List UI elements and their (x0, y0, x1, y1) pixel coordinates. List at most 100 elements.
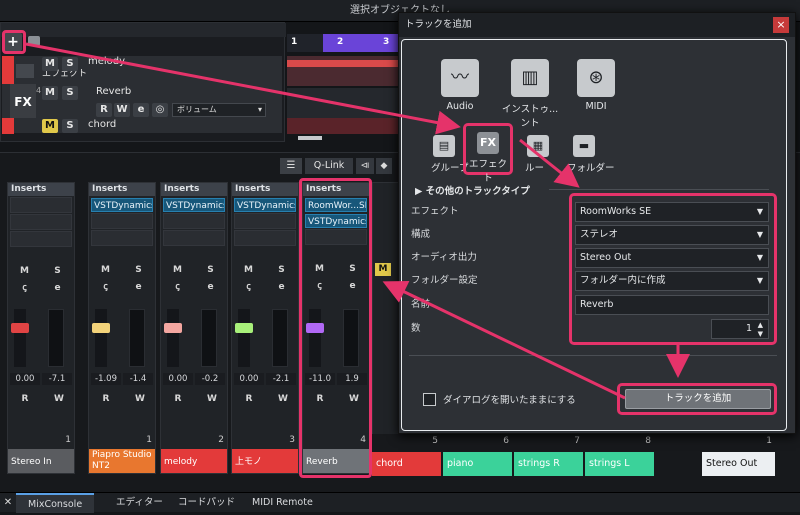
insert-plugin[interactable]: VSTDynamics (234, 198, 296, 212)
channel-lane[interactable]: 8 strings L (585, 434, 655, 478)
tab-chordpad[interactable]: コードパッド (166, 493, 247, 513)
volume-fader[interactable] (11, 323, 29, 333)
write-button[interactable]: W (272, 393, 294, 406)
insert-slot[interactable] (10, 197, 72, 213)
output-select[interactable]: Stereo Out ▼ (575, 248, 769, 268)
solo-button[interactable]: S (200, 264, 222, 277)
channel-name[interactable]: Stereo Out (702, 452, 775, 476)
write-button[interactable]: W (48, 393, 70, 406)
mute-button[interactable]: M (42, 86, 58, 100)
solo-button[interactable]: S (62, 86, 78, 100)
channel-lane[interactable]: 6 piano (443, 434, 513, 478)
folder-select[interactable]: フォルダー内に作成 ▼ (575, 271, 769, 291)
automation-select[interactable]: ボリューム ▾ (172, 103, 266, 117)
list-icon[interactable]: ☰ (280, 158, 302, 174)
insert-plugin[interactable]: VSTDynamics (91, 198, 153, 212)
link-icon[interactable]: ꞔ (95, 281, 117, 294)
mute-button[interactable]: M (167, 264, 189, 277)
reverb-lane[interactable] (287, 88, 402, 118)
scrollbar[interactable] (298, 136, 322, 140)
name-input[interactable]: Reverb (575, 295, 769, 315)
channel-name[interactable]: piano (443, 452, 512, 476)
edit-button[interactable]: e (128, 281, 150, 294)
write-button[interactable]: W (129, 393, 151, 406)
channel-name[interactable]: chord (372, 452, 441, 476)
read-button[interactable]: R (14, 393, 36, 406)
solo-button[interactable]: S (62, 57, 78, 71)
edit-button[interactable]: e (133, 103, 149, 117)
edit-button[interactable]: e (271, 281, 293, 294)
inserts-header[interactable]: Inserts (232, 183, 298, 196)
channel-name[interactable]: strings L (585, 452, 654, 476)
write-button[interactable]: W (114, 103, 130, 117)
mute-button[interactable]: M (95, 264, 117, 277)
insert-slot[interactable] (10, 231, 72, 247)
channel-strip[interactable]: Inserts VSTDynamics M Sꞔ e -1.09 -1.4 R W 1 Piapro… (88, 182, 156, 474)
channel-lane[interactable]: 7 strings R (514, 434, 584, 478)
timeline-ruler[interactable]: 1 2 3 (287, 34, 402, 52)
volume-value[interactable]: 0.00 (234, 373, 264, 385)
effect-select[interactable]: RoomWorks SE ▼ (575, 202, 769, 222)
solo-button[interactable]: S (271, 264, 293, 277)
folder-type[interactable]: ▬ フォルダー (567, 135, 615, 174)
link-icon[interactable]: ꞔ (167, 281, 189, 294)
read-button[interactable]: R (95, 393, 117, 406)
fx-type-selected[interactable]: FX エフェクト (463, 123, 513, 184)
close-icon[interactable]: ✕ (0, 493, 16, 513)
config-select[interactable]: ステレオ ▼ (575, 225, 769, 245)
edit-button[interactable]: e (47, 282, 69, 295)
channel-name[interactable]: 上モノ (232, 449, 298, 473)
edit-button[interactable]: e (200, 281, 222, 294)
other-track-types[interactable]: ▶ その他のトラックタイプ (415, 183, 530, 197)
link-icon[interactable]: ꞔ (14, 282, 36, 295)
count-stepper[interactable]: 1 ▲ ▼ (711, 319, 769, 339)
inserts-header[interactable]: Inserts (89, 183, 155, 196)
insert-slot[interactable] (234, 213, 296, 229)
channel-name[interactable]: Piapro Studio NT2 (89, 449, 155, 473)
track-row-chord[interactable]: M S chord (2, 118, 282, 134)
link-icon[interactable]: ꞔ (238, 281, 260, 294)
keep-open-checkbox[interactable] (423, 393, 436, 406)
qlink-button[interactable]: Q-Link (305, 158, 353, 174)
solo-button[interactable]: S (128, 264, 150, 277)
read-button[interactable]: R (96, 103, 112, 117)
insert-plugin[interactable]: VSTDynamics (163, 198, 225, 212)
mute-button[interactable]: M (238, 264, 260, 277)
insert-slot[interactable] (10, 214, 72, 230)
channel-name[interactable]: melody (161, 449, 227, 473)
volume-fader[interactable] (92, 323, 110, 333)
tab-midi-remote[interactable]: MIDI Remote (240, 493, 325, 513)
channel-strip-chord[interactable]: M (372, 182, 400, 474)
group-type[interactable]: ▤ グループ (431, 135, 468, 174)
track-row-reverb[interactable]: FX 4 M S Reverb R W e ◎ ボリューム ▾ (2, 84, 282, 120)
channel-lane[interactable]: 5 chord (372, 434, 442, 478)
read-button[interactable]: R (238, 393, 260, 406)
volume-value[interactable]: 0.00 (10, 373, 40, 385)
chord-lane[interactable] (287, 118, 402, 134)
instrument-type[interactable]: ▥ インストゥ...ント (499, 59, 561, 129)
ruler-type[interactable]: ▦ ルー (525, 135, 549, 174)
track-row-melody[interactable]: エフェクト melody M S (2, 56, 282, 86)
volume-fader[interactable] (164, 323, 182, 333)
mute-button[interactable]: M (14, 265, 36, 278)
solo-button[interactable]: S (47, 265, 69, 278)
insert-slot[interactable] (91, 213, 153, 229)
volume-value[interactable]: 0.00 (163, 373, 193, 385)
monitor-icon[interactable]: ◎ (152, 103, 168, 117)
volume-value[interactable]: -1.09 (91, 373, 121, 385)
write-button[interactable]: W (201, 393, 223, 406)
cycle-range[interactable] (323, 34, 402, 52)
melody-lane[interactable] (287, 56, 402, 86)
close-icon[interactable]: × (773, 17, 789, 33)
tab-mixconsole[interactable]: MixConsole (16, 493, 95, 513)
insert-slot[interactable] (163, 230, 225, 246)
inserts-header[interactable]: Inserts (8, 183, 74, 196)
channel-strip[interactable]: Inserts VSTDynamics M Sꞔ e 0.00 -0.2 R W 2 melody (160, 182, 228, 474)
next-icon[interactable]: ◆ (376, 158, 392, 174)
channel-name[interactable]: strings R (514, 452, 583, 476)
insert-slot[interactable] (163, 213, 225, 229)
channel-name[interactable]: Stereo In (8, 449, 74, 473)
midi-type[interactable]: ⊛ MIDI (565, 59, 627, 112)
insert-slot[interactable] (91, 230, 153, 246)
audio-type[interactable]: 〰 Audio (429, 59, 491, 112)
